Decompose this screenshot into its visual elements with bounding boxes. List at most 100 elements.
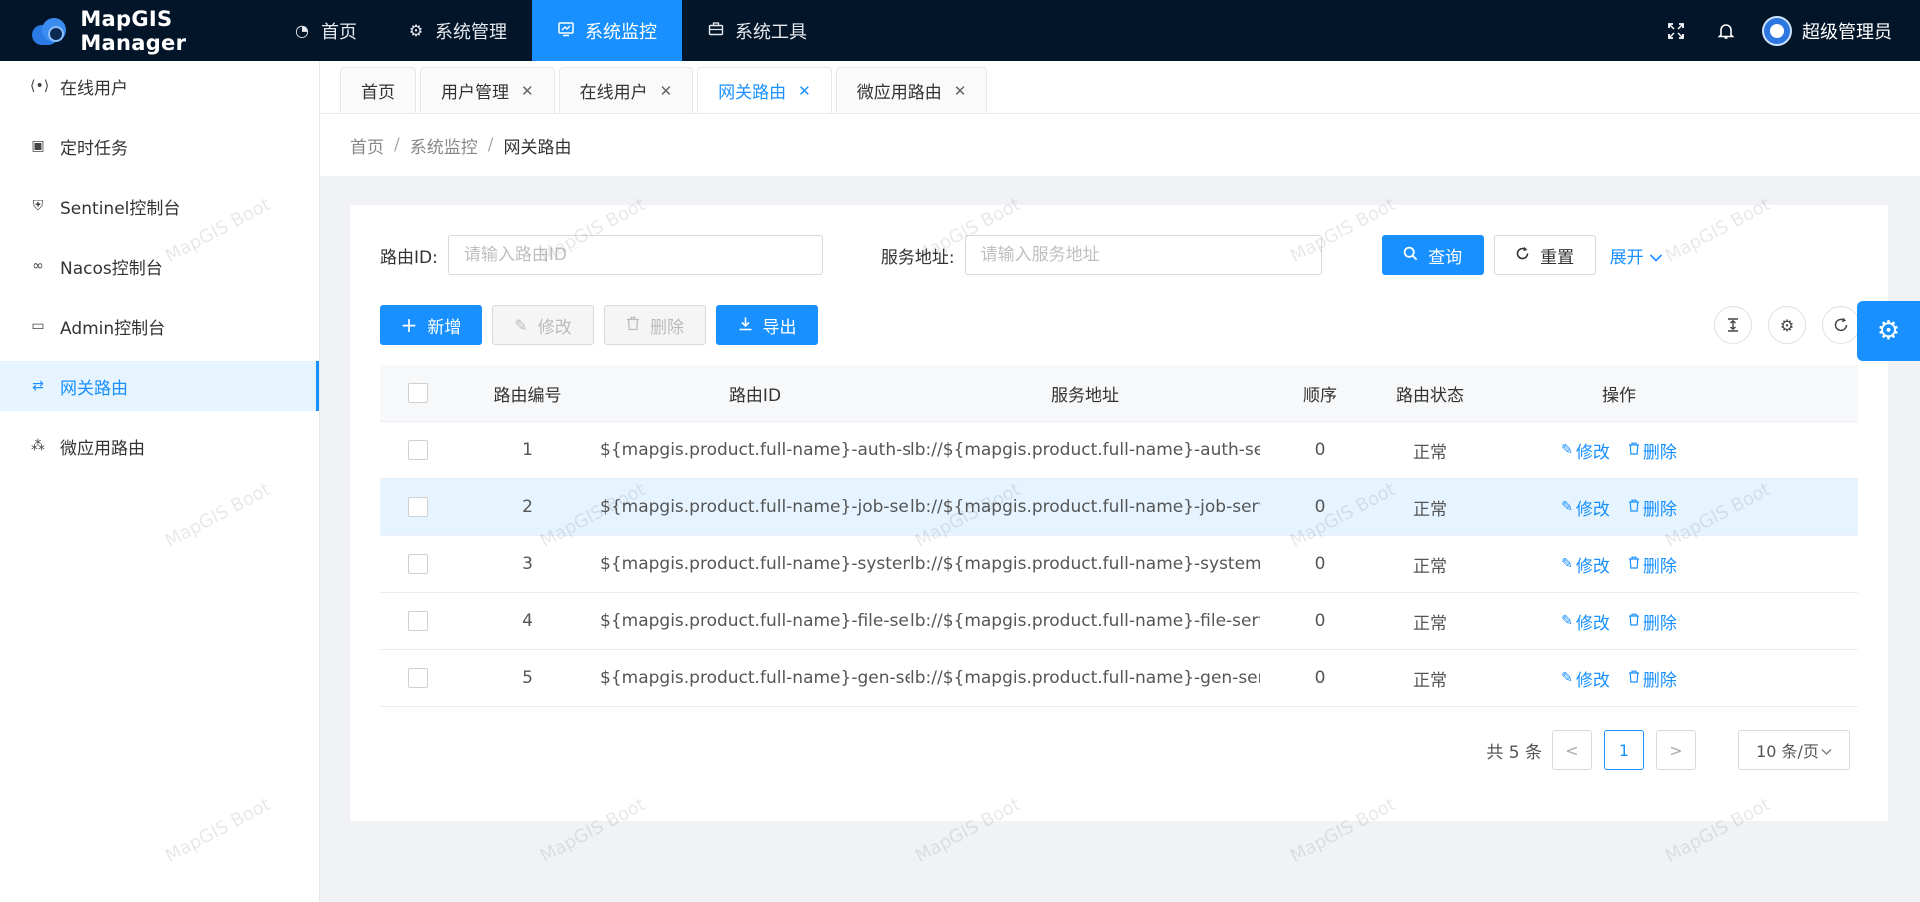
table-row[interactable]: 1 ${mapgis.product.full-name}-auth-server…	[380, 422, 1858, 479]
breadcrumb-current: 网关路由	[503, 137, 572, 158]
row-edit-link[interactable]: ✎ 修改	[1561, 552, 1610, 577]
status-cell: 正常	[1413, 556, 1447, 577]
close-icon[interactable]: ✕	[660, 82, 673, 100]
column-header[interactable]: 服务地址	[910, 381, 1260, 406]
edit-button[interactable]: ✎ 修改	[492, 305, 594, 345]
avatar[interactable]	[1762, 15, 1792, 46]
main-card: 路由ID: 服务地址: 查询 重置 展开 + 新增 ✎	[350, 205, 1888, 821]
page-size-select[interactable]: 10 条/页	[1738, 730, 1850, 770]
row-delete-label: 删除	[1642, 670, 1677, 691]
service-address-input[interactable]	[964, 235, 1322, 275]
delete-button[interactable]: 删除	[604, 305, 706, 345]
topnav-home[interactable]: ◔ 首页	[268, 0, 382, 61]
row-edit-link[interactable]: ✎ 修改	[1561, 495, 1610, 520]
row-checkbox[interactable]	[407, 668, 428, 688]
app-logo[interactable]: MapGIS Manager	[0, 0, 268, 61]
next-page-button[interactable]: >	[1656, 730, 1696, 770]
tabs-bar: 首页 用户管理 ✕ 在线用户 ✕ 网关路由 ✕ 微应用路由 ✕	[320, 61, 1920, 114]
route-id-input[interactable]	[447, 235, 823, 275]
sidebar-item-admin[interactable]: ▭ Admin控制台	[0, 301, 319, 351]
row-delete-link[interactable]: 删除	[1628, 666, 1677, 691]
table-row[interactable]: 2 ${mapgis.product.full-name}-job-server l…	[380, 479, 1858, 536]
fullscreen-icon[interactable]	[1662, 17, 1690, 45]
row-checkbox[interactable]	[407, 497, 428, 517]
expand-link[interactable]: 展开	[1610, 243, 1663, 268]
trash-icon	[1628, 670, 1640, 687]
screen-icon: ▭	[31, 318, 45, 334]
search-icon	[1403, 246, 1418, 265]
refresh-icon[interactable]	[1822, 306, 1860, 344]
prev-page-button[interactable]: <	[1552, 730, 1592, 770]
route-id-cell: ${mapgis.product.full-name}-file-server	[600, 611, 910, 631]
gear-icon: ⚙	[408, 21, 424, 40]
breadcrumb-home[interactable]: 首页	[350, 133, 384, 158]
page-number-button[interactable]: 1	[1604, 730, 1644, 770]
row-delete-link[interactable]: 删除	[1628, 552, 1677, 577]
column-header[interactable]: 顺序	[1260, 381, 1380, 406]
column-header[interactable]: 路由ID	[600, 381, 910, 406]
query-button[interactable]: 查询	[1381, 235, 1484, 275]
service-address-label: 服务地址:	[880, 247, 955, 268]
trash-icon	[1628, 556, 1640, 573]
table-row[interactable]: 3 ${mapgis.product.full-name}-system-serv…	[380, 536, 1858, 593]
sidebar-item-micro-app-route[interactable]: ⁂ 微应用路由	[0, 421, 319, 471]
pencil-icon: ✎	[1561, 442, 1573, 458]
column-header[interactable]: 路由编号	[455, 381, 600, 406]
row-edit-link[interactable]: ✎ 修改	[1561, 438, 1610, 463]
row-edit-link[interactable]: ✎ 修改	[1561, 666, 1610, 691]
route-number-cell: 1	[522, 440, 533, 460]
user-name[interactable]: 超级管理员	[1802, 18, 1892, 44]
reset-button[interactable]: 重置	[1493, 235, 1596, 275]
routes-table: 路由编号 路由ID 服务地址 顺序 路由状态 操作 1 ${mapgis.prod…	[380, 365, 1858, 707]
sidebar-item-online-users[interactable]: ⟨•⟩ 在线用户	[0, 61, 319, 111]
pencil-icon: ✎	[514, 315, 528, 335]
topnav-system-monitor[interactable]: 系统监控	[532, 0, 682, 61]
tab-online-users[interactable]: 在线用户 ✕	[558, 67, 694, 113]
close-icon[interactable]: ✕	[954, 82, 967, 100]
service-address-cell: lb://${mapgis.product.full-name}-system-…	[910, 554, 1260, 574]
breadcrumb-separator: /	[487, 135, 494, 155]
tab-home[interactable]: 首页	[340, 67, 416, 113]
status-cell: 正常	[1413, 670, 1447, 691]
column-settings-icon[interactable]: ⚙	[1768, 306, 1806, 344]
sidebar-item-scheduled-tasks[interactable]: ▣ 定时任务	[0, 121, 319, 171]
plus-icon: +	[400, 313, 418, 337]
download-icon	[738, 316, 753, 335]
density-icon[interactable]	[1714, 306, 1752, 344]
row-edit-label: 修改	[1575, 442, 1610, 463]
row-checkbox[interactable]	[407, 554, 428, 574]
tab-gateway-route[interactable]: 网关路由 ✕	[697, 67, 832, 113]
row-checkbox[interactable]	[407, 611, 428, 631]
close-icon[interactable]: ✕	[798, 82, 811, 100]
topnav-system-tools[interactable]: 系统工具	[682, 0, 832, 61]
tab-label: 在线用户	[579, 83, 648, 103]
row-delete-label: 删除	[1642, 613, 1677, 634]
row-delete-link[interactable]: 删除	[1628, 495, 1677, 520]
sidebar-item-label: 在线用户	[60, 78, 128, 99]
topnav-system-management[interactable]: ⚙ 系统管理	[382, 0, 532, 61]
column-header[interactable]: 路由状态	[1380, 381, 1480, 406]
tab-micro-app-route[interactable]: 微应用路由 ✕	[835, 67, 988, 113]
row-select-cell	[380, 497, 455, 517]
select-all-checkbox[interactable]	[407, 383, 428, 403]
theme-settings-button[interactable]: ⚙	[1857, 301, 1920, 361]
row-edit-link[interactable]: ✎ 修改	[1561, 609, 1610, 634]
table-row[interactable]: 4 ${mapgis.product.full-name}-file-server…	[380, 593, 1858, 650]
close-icon[interactable]: ✕	[521, 82, 534, 100]
tab-user-management[interactable]: 用户管理 ✕	[420, 67, 555, 113]
export-button[interactable]: 导出	[716, 305, 818, 345]
add-button[interactable]: + 新增	[380, 305, 482, 345]
sidebar-item-nacos[interactable]: ∞ Nacos控制台	[0, 241, 319, 291]
table-row[interactable]: 5 ${mapgis.product.full-name}-gen-serverl…	[380, 650, 1858, 707]
breadcrumb-system-monitor[interactable]: 系统监控	[410, 133, 478, 158]
row-delete-link[interactable]: 删除	[1628, 438, 1677, 463]
row-delete-link[interactable]: 删除	[1628, 609, 1677, 634]
row-edit-label: 修改	[1575, 613, 1610, 634]
sidebar-item-sentinel[interactable]: ⛨ Sentinel控制台	[0, 181, 319, 231]
row-checkbox[interactable]	[407, 440, 428, 460]
operations-cell: ✎ 修改 删除	[1480, 666, 1758, 691]
sidebar-item-gateway-route[interactable]: ⇄ 网关路由	[0, 361, 319, 411]
bell-icon[interactable]	[1712, 17, 1740, 45]
refresh-icon	[1515, 246, 1530, 265]
schedule-icon: ▣	[31, 138, 45, 154]
